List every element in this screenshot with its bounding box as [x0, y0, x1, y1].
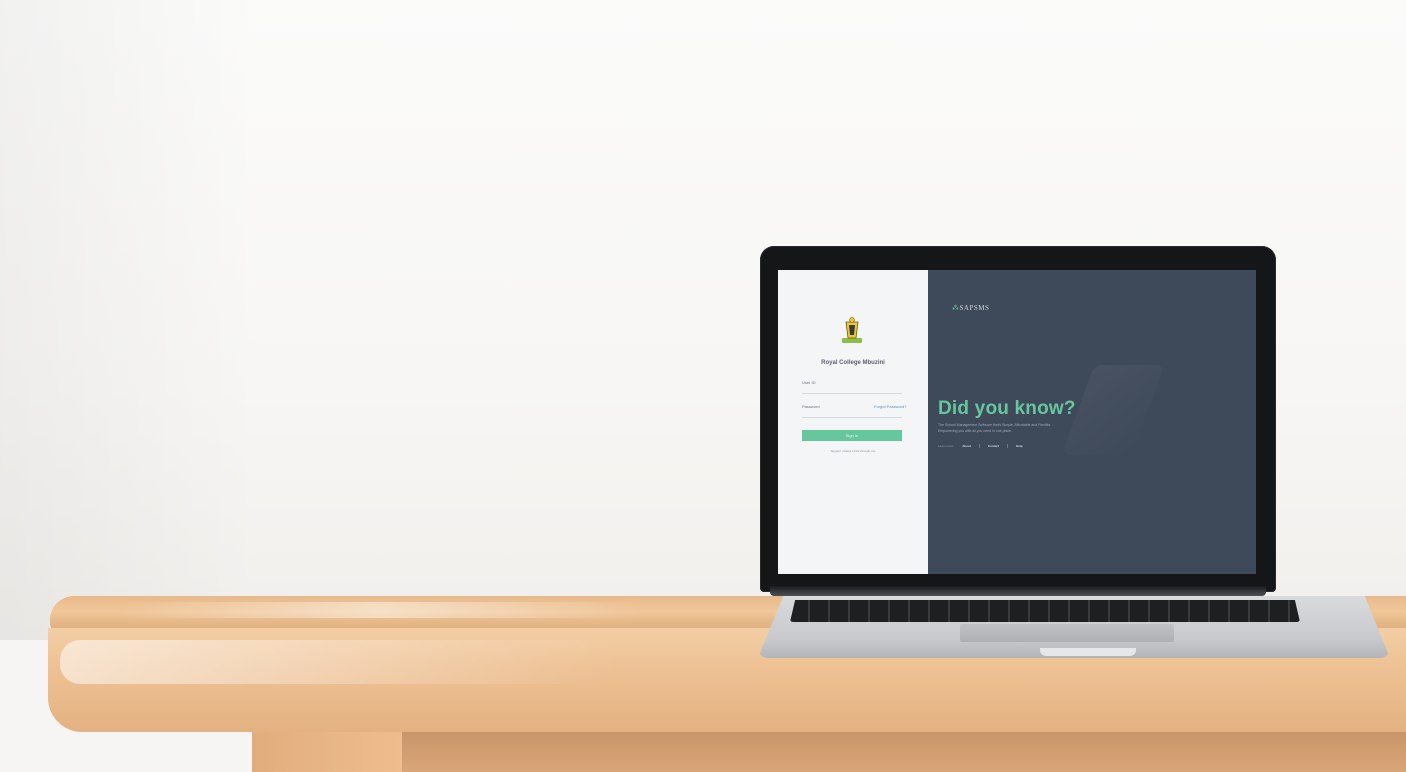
laptop-trackpad — [960, 624, 1174, 642]
wall-shadow — [0, 0, 260, 640]
links-label: Learn more: — [938, 444, 955, 448]
school-crest-icon — [842, 317, 862, 343]
headline: Did you know? — [938, 398, 1076, 419]
info-links: Learn more: About Contact Help — [938, 444, 1023, 448]
photo-scene: Royal College Mbuzini User ID Password F… — [0, 0, 1406, 772]
about-link[interactable]: About — [962, 444, 971, 448]
laptop-hinge — [770, 586, 1266, 596]
help-link[interactable]: Help — [1016, 444, 1023, 448]
link-divider — [978, 444, 980, 448]
sign-in-button[interactable]: Sign In — [802, 430, 902, 441]
forgot-password-link[interactable]: Forgot Password? — [874, 404, 906, 409]
password-label: Password — [802, 404, 820, 409]
brand-logo: ⁂SAPSMS — [952, 304, 989, 312]
user-id-label: User ID — [802, 380, 816, 385]
brand-mark-icon: ⁂ — [952, 304, 960, 312]
desk-glare — [120, 602, 640, 618]
watermark-graphic — [1061, 365, 1165, 455]
desk-underside — [270, 732, 1406, 772]
school-name: Royal College Mbuzini — [821, 360, 885, 366]
laptop-keyboard — [790, 600, 1300, 622]
brand-name: SAPSMS — [959, 304, 990, 312]
description: The School Management Software that's Si… — [938, 423, 1052, 433]
password-input[interactable] — [802, 410, 902, 418]
user-id-input[interactable] — [802, 386, 902, 394]
laptop-screen: Royal College Mbuzini User ID Password F… — [778, 270, 1256, 574]
login-panel: Royal College Mbuzini User ID Password F… — [778, 270, 928, 574]
desk-leg — [252, 732, 402, 772]
contact-link[interactable]: Contact — [988, 444, 999, 448]
desk-front-glare — [60, 640, 620, 684]
link-divider — [1007, 444, 1009, 448]
laptop-base-lip — [1040, 648, 1136, 656]
info-panel: ⁂SAPSMS Did you know? The School Managem… — [928, 270, 1256, 574]
support-links[interactable]: Support | Rates Links through.xxx — [778, 449, 928, 453]
